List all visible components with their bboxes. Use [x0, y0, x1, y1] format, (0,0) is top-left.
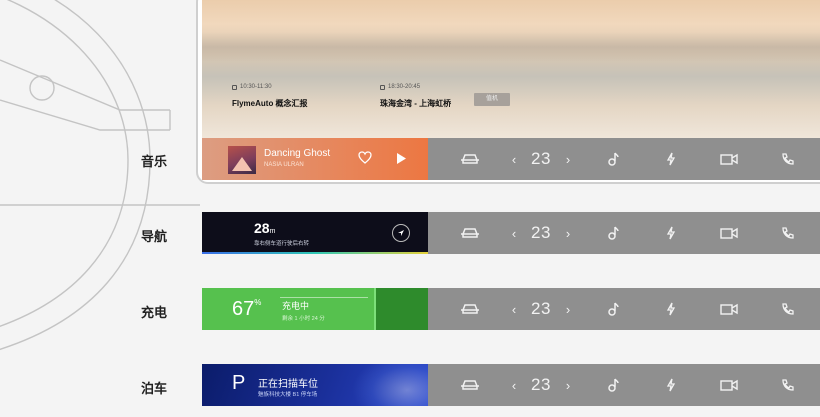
parking-widget[interactable]: P 正在扫描车位 魅族科技大楼 B1 停车场 [202, 364, 428, 406]
flight-event[interactable]: 18:30-20:45 珠海金湾 - 上海虹桥 [380, 84, 451, 109]
phone-icon[interactable] [778, 212, 796, 254]
music-widget[interactable]: Dancing Ghost NASIA ULRAN [202, 138, 428, 180]
video-camera-icon[interactable] [718, 138, 740, 180]
charge-progress-edge [374, 288, 376, 330]
control-bar-charging: ‹ 23 › [428, 288, 820, 330]
row-label-music: 音乐 [141, 154, 168, 169]
calendar-event[interactable]: 10:30-11:30 FlymeAuto 概念汇报 [232, 84, 308, 109]
row-label-charging: 充电 [141, 305, 168, 320]
steering-wheel-outline [0, 0, 200, 351]
car-icon[interactable] [458, 364, 482, 406]
event-name: 珠海金湾 - 上海虹桥 [380, 99, 452, 108]
lightning-icon[interactable] [662, 288, 680, 330]
video-camera-icon[interactable] [718, 212, 740, 254]
parking-p-icon: P [232, 372, 246, 394]
charge-progress-remaining [374, 288, 428, 330]
percent-unit: % [254, 298, 262, 307]
temp-down-button[interactable]: ‹ [508, 212, 520, 254]
check-in-button[interactable]: 值机 [474, 93, 510, 106]
phone-icon[interactable] [778, 364, 796, 406]
control-bar-parking: ‹ 23 › [428, 364, 820, 406]
video-camera-icon[interactable] [718, 288, 740, 330]
video-camera-icon[interactable] [718, 364, 740, 406]
distance-value: 28 [254, 220, 270, 236]
temp-up-button[interactable]: › [562, 212, 574, 254]
temp-up-button[interactable]: › [562, 288, 574, 330]
hero-haze [202, 32, 820, 62]
control-bar-music: ‹ 23 › [428, 138, 820, 180]
percent-value: 67 [232, 298, 255, 320]
nav-instruction: 靠右侧车道行驶后右转 [254, 241, 310, 247]
event-time: 18:30-20:45 [380, 84, 451, 90]
charging-widget[interactable]: 67% 充电中 剩余 1 小时 24 分 [202, 288, 428, 330]
charge-remaining: 剩余 1 小时 24 分 [282, 316, 325, 322]
music-note-icon[interactable] [604, 212, 622, 254]
park-location: 魅族科技大楼 B1 停车场 [258, 392, 318, 398]
temp-down-button[interactable]: ‹ [508, 138, 520, 180]
hero-image: 10:30-11:30 FlymeAuto 概念汇报 18:30-20:45 珠… [202, 0, 820, 138]
lightning-icon[interactable] [662, 364, 680, 406]
temperature-value: 23 [531, 375, 551, 394]
temp-up-button[interactable]: › [562, 364, 574, 406]
charge-state: 充电中 [282, 301, 310, 311]
row-label-parking: 泊车 [141, 381, 168, 396]
song-artist: NASIA ULRAN [264, 162, 304, 168]
event-name: FlymeAuto 概念汇报 [232, 99, 308, 108]
calendar-icon [232, 84, 237, 90]
music-note-icon[interactable] [604, 138, 622, 180]
event-time: 10:30-11:30 [232, 84, 308, 90]
flight-icon [380, 84, 385, 90]
navigation-widget[interactable]: 28m 靠右侧车道行驶后右转 [202, 212, 428, 254]
song-title: Dancing Ghost [264, 148, 331, 159]
row-label-navigation: 导航 [141, 229, 168, 244]
event-time-text: 10:30-11:30 [240, 84, 272, 90]
car-icon[interactable] [458, 288, 482, 330]
nav-distance: 28m [254, 220, 275, 236]
temperature-value: 23 [531, 149, 551, 168]
car-icon[interactable] [458, 138, 482, 180]
park-glow [352, 364, 428, 406]
car-icon[interactable] [458, 212, 482, 254]
navigation-arrow-icon[interactable] [392, 224, 410, 242]
phone-icon[interactable] [778, 138, 796, 180]
album-cover [228, 146, 256, 174]
temp-up-button[interactable]: › [562, 138, 574, 180]
music-note-icon[interactable] [604, 364, 622, 406]
music-note-icon[interactable] [604, 288, 622, 330]
lightning-icon[interactable] [662, 212, 680, 254]
park-state: 正在扫描车位 [258, 379, 318, 390]
charge-percent: 67% [232, 298, 261, 321]
heart-icon[interactable] [358, 151, 372, 164]
temperature-value: 23 [531, 223, 551, 242]
temp-down-button[interactable]: ‹ [508, 364, 520, 406]
lightning-icon[interactable] [662, 138, 680, 180]
play-icon[interactable] [395, 152, 407, 165]
control-bar-navigation: ‹ 23 › [428, 212, 820, 254]
nav-color-strip [202, 252, 428, 254]
temp-down-button[interactable]: ‹ [508, 288, 520, 330]
temperature-value: 23 [531, 299, 551, 318]
charge-line [280, 297, 368, 298]
phone-icon[interactable] [778, 288, 796, 330]
distance-unit: m [269, 228, 276, 235]
event-time-text: 18:30-20:45 [388, 84, 421, 90]
